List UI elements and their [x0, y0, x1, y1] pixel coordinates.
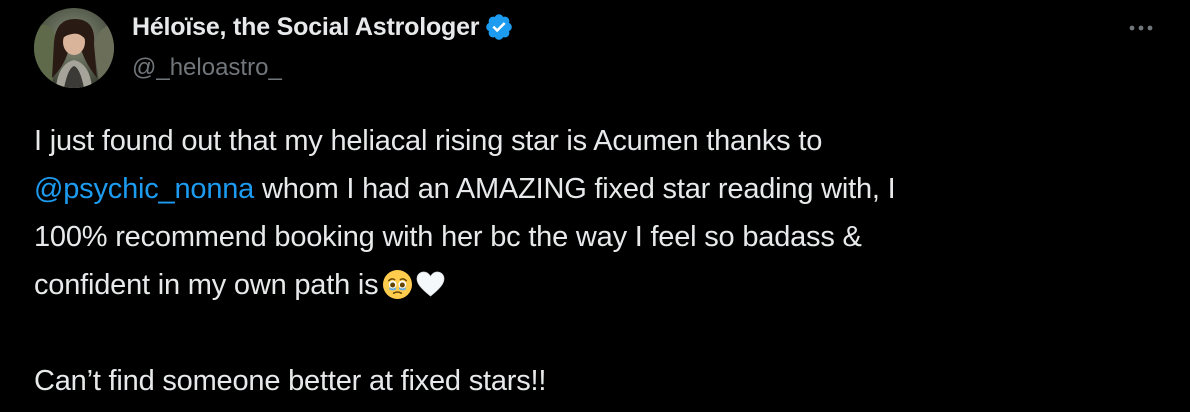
tweet-text-line: I just found out that my heliacal rising…	[34, 125, 823, 157]
tweet-text-line: confident in my own path is	[34, 261, 1154, 309]
author-display-name[interactable]: Héloïse, the Social Astrologer	[132, 13, 480, 42]
mention-link[interactable]: @psychic_nonna	[34, 173, 254, 205]
author-handle[interactable]: @_heloastro_	[132, 54, 282, 82]
tweet-text: I just found out that my heliacal rising…	[34, 117, 1154, 405]
more-options-icon[interactable]	[1124, 16, 1158, 40]
tweet-card[interactable]: Héloïse, the Social Astrologer @_heloast…	[0, 0, 1190, 412]
face-holding-back-tears-emoji	[382, 267, 413, 300]
avatar-photo	[34, 8, 114, 88]
tweet-text-line: Can’t find someone better at fixed stars…	[34, 365, 547, 397]
tweet-text-segment: whom I had an AMAZING fixed star reading…	[254, 173, 896, 205]
tweet-text-segment: confident in my own path is	[34, 269, 379, 301]
avatar[interactable]	[34, 8, 114, 88]
author-name-row: Héloïse, the Social Astrologer	[132, 10, 514, 44]
tweet-text-line: @psychic_nonna whom I had an AMAZING fix…	[34, 165, 1154, 213]
verified-badge-icon[interactable]	[484, 12, 514, 42]
white-heart-emoji	[415, 267, 446, 298]
tweet-text-line: 100% recommend booking with her bc the w…	[34, 221, 862, 253]
